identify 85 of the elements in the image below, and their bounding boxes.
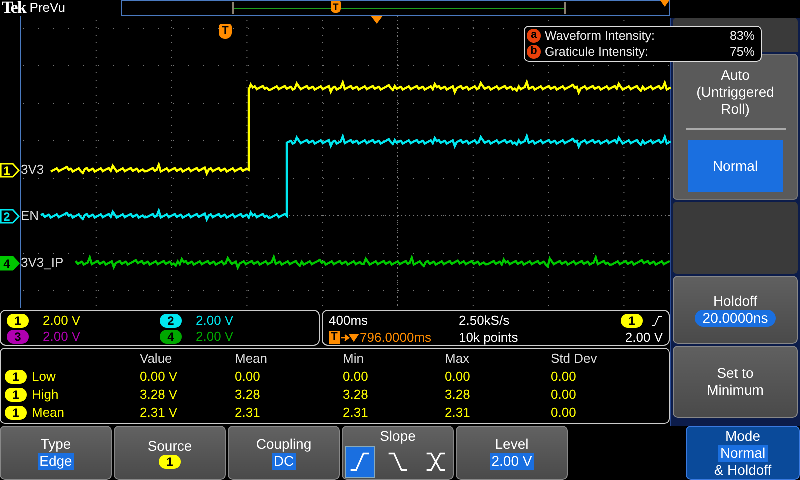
rising-edge-icon[interactable]	[345, 446, 375, 478]
channel-scale: 2.00 V	[196, 329, 234, 345]
table-cell-text: 3.28 V	[140, 386, 179, 404]
channel-badge: 3	[7, 330, 29, 344]
column-header: Mean	[235, 350, 269, 368]
table-cell-text: 0.00	[551, 404, 578, 422]
product-name: PreVu	[30, 0, 66, 16]
channel-scale: 2.00 V	[43, 329, 81, 345]
menu-button[interactable]: Coupling DC	[228, 426, 340, 480]
sample-rate: 2.50kS/s	[459, 312, 511, 329]
button-value: DC	[272, 453, 296, 470]
table-cell-text: 0.00	[445, 368, 472, 386]
key-badge: a	[527, 29, 541, 43]
table-cell-text: 0.00	[235, 368, 262, 386]
intensity-value: 83%	[730, 29, 755, 43]
rising-edge-icon	[651, 314, 663, 328]
table-cell-text: 3.28	[445, 386, 472, 404]
source-badge: 1	[5, 388, 27, 402]
horizontal-position: 796.0000ms	[360, 329, 432, 346]
measurement-name: Low	[32, 368, 56, 386]
menu-button[interactable]: Type Edge	[0, 426, 112, 480]
intensity-value: 75%	[730, 45, 755, 59]
table-cell-text: 2.31	[343, 404, 370, 422]
channel-scale: 2.00 V	[43, 313, 81, 329]
menu-button[interactable]: Level 2.00 V	[456, 426, 568, 480]
trace-label: 3V3	[21, 163, 44, 177]
set-minimum-button[interactable]: Set to Minimum	[673, 346, 798, 418]
key-badge: b	[527, 45, 541, 59]
channel-badge: 2	[160, 314, 182, 328]
button-label: Type	[40, 436, 72, 453]
mode-option[interactable]: Normal	[688, 140, 783, 192]
button-label: Source	[148, 438, 192, 454]
button-label: Slope	[380, 428, 416, 445]
trigger-level: 2.00 V	[625, 329, 663, 346]
channel-scale: 2.00 V	[196, 313, 234, 329]
trace-label: 3V3_IP	[21, 256, 64, 270]
measurement-name: Mean	[32, 404, 65, 422]
source-badge: 1	[5, 370, 27, 384]
button-value: 2.00 V	[490, 453, 534, 470]
channel-badge: 4	[160, 330, 182, 344]
source-button[interactable]: Source 1	[114, 426, 226, 480]
table-cell-text: 3.28	[235, 386, 262, 404]
channel-marker[interactable]: 2	[0, 208, 20, 224]
table-cell-text: 2.31	[445, 404, 472, 422]
button-value: Edge	[38, 453, 74, 470]
trigger-position-marker: T	[329, 331, 340, 344]
trigger-position-marker: T	[331, 1, 341, 13]
table-cell-text: 0.00	[551, 368, 578, 386]
mode-option[interactable]: Auto (Untriggered Roll)	[686, 67, 786, 118]
trigger-point-icon	[660, 0, 670, 7]
holdoff-value: 20.0000ns	[694, 310, 776, 327]
horizontal-scale: 400ms	[329, 312, 370, 329]
channel-badge: 1	[7, 314, 29, 328]
button-label: Coupling	[256, 436, 312, 453]
button-label: & Holdoff	[714, 462, 772, 478]
measurement-name: High	[32, 386, 59, 404]
table-cell-text: 2.31	[235, 404, 262, 422]
holdoff-button[interactable]: Holdoff 20.0000ns	[673, 276, 798, 344]
table-cell-text: 0.00	[551, 386, 578, 404]
source-badge: 1	[5, 406, 27, 420]
record-length: 10k points	[459, 329, 520, 346]
column-header: Min	[343, 350, 365, 368]
button-value: Normal	[718, 444, 768, 462]
slope-button[interactable]: Slope	[342, 426, 454, 480]
source-badge: 1	[159, 454, 181, 468]
column-header: Std Dev	[551, 350, 598, 368]
mode-button[interactable]: Mode Normal & Holdoff	[686, 426, 800, 480]
channel-marker[interactable]: 1	[0, 162, 20, 178]
column-header: Value	[140, 350, 174, 368]
trigger-position-marker: T	[219, 24, 232, 39]
channel-marker[interactable]: 4	[0, 256, 20, 270]
button-label: Mode	[725, 428, 761, 444]
column-header: Max	[445, 350, 471, 368]
holdoff-label: Holdoff	[713, 293, 758, 310]
table-cell-text: 0.00 V	[140, 368, 179, 386]
brand-logo: Tek	[2, 0, 26, 16]
intensity-label: Graticule Intensity:	[545, 45, 649, 59]
intensity-label: Waveform Intensity:	[545, 29, 655, 43]
trigger-source-badge: 1	[621, 314, 643, 328]
table-cell-text: 0.00	[343, 368, 370, 386]
trace-label: EN	[21, 209, 40, 223]
arrow-right-icon	[341, 332, 359, 342]
table-cell-text: 2.31 V	[140, 404, 179, 422]
button-label: Level	[495, 436, 529, 453]
table-cell-text: 3.28	[343, 386, 370, 404]
